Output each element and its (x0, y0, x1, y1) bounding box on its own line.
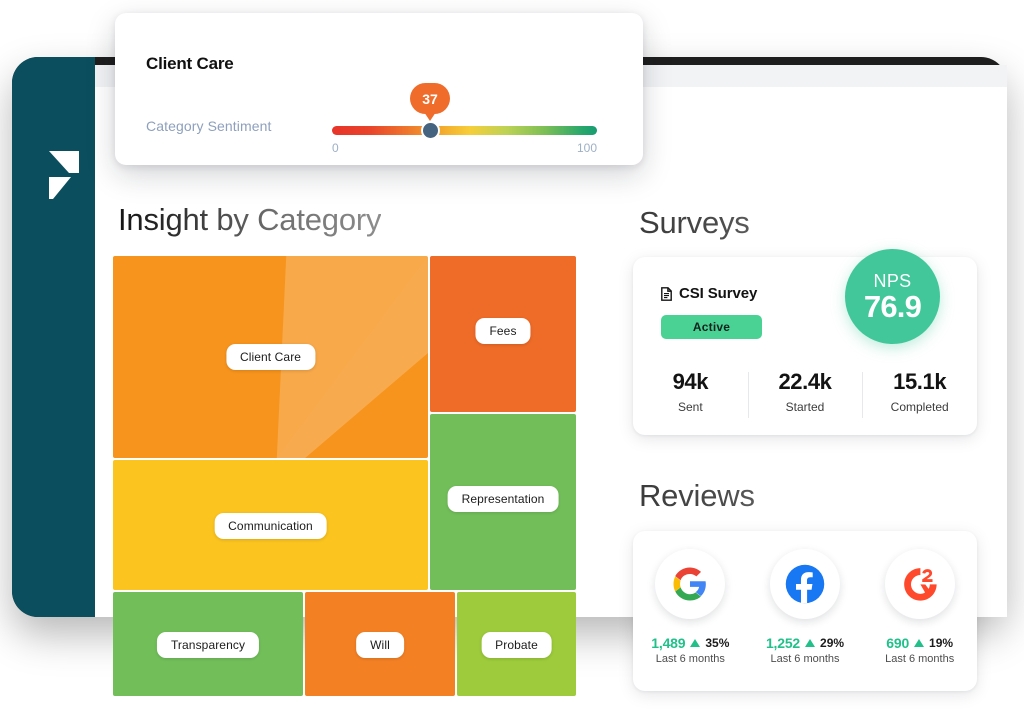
review-count: 690 (886, 635, 910, 651)
treemap-cell-label: Will (356, 632, 404, 658)
sentiment-track[interactable] (332, 126, 597, 135)
status-badge: Active (661, 315, 762, 339)
treemap-cell-label: Fees (475, 318, 531, 344)
facebook-logo-icon (770, 549, 840, 619)
nps-badge: NPS 76.9 (845, 249, 940, 344)
sentiment-min-label: 0 (332, 141, 339, 155)
nps-value: 76.9 (863, 288, 922, 324)
treemap-cell-label: Transparency (156, 632, 260, 658)
review-period: Last 6 months (770, 653, 840, 665)
survey-stat: 22.4k Started (747, 369, 863, 418)
app-sidebar (12, 57, 95, 617)
tooltip-metric-label: Category Sentiment (146, 118, 272, 134)
survey-stat-value: 15.1k (893, 369, 947, 394)
review-source[interactable]: 1,489 35% Last 6 months (633, 549, 748, 691)
trend-up-icon (805, 639, 816, 647)
review-period: Last 6 months (655, 653, 725, 665)
g2-logo-icon (884, 549, 955, 619)
review-stats: 1,252 29% (766, 635, 844, 651)
tooltip-title: Client Care (146, 54, 234, 73)
review-source[interactable]: 1,252 29% Last 6 months (748, 549, 863, 691)
google-logo-icon (655, 549, 726, 619)
sentiment-slider[interactable]: 37 0 100 (332, 83, 597, 168)
forsta-logo-icon (45, 147, 87, 203)
review-change: 29% (820, 636, 845, 650)
review-stats: 1,489 35% (651, 635, 729, 651)
treemap-cell[interactable]: Will (305, 592, 455, 696)
treemap-cell[interactable]: Representation (430, 414, 576, 590)
sentiment-max-label: 100 (576, 141, 597, 155)
document-icon (661, 286, 672, 301)
trend-up-icon (690, 639, 701, 647)
treemap-cell[interactable]: Probate (457, 592, 576, 696)
sentiment-value-bubble: 37 (410, 83, 451, 114)
nps-label: NPS (873, 270, 912, 291)
survey-stat-value: 94k (672, 369, 709, 394)
survey-stat-label: Sent (677, 400, 703, 414)
sentiment-handle[interactable] (420, 121, 440, 140)
page-title-insight: Insight by Category (118, 202, 382, 237)
page-title-reviews: Reviews (639, 478, 755, 513)
review-source[interactable]: 690 19% Last 6 months (862, 549, 977, 691)
reviews-sources-row: 1,489 35% Last 6 months 1,252 29% Last 6 mont… (633, 531, 977, 691)
insight-treemap[interactable]: Client Care Fees Representation Communicati… (113, 256, 576, 696)
trend-up-icon (914, 639, 925, 647)
survey-stat-value: 22.4k (778, 369, 832, 394)
treemap-cell[interactable]: Client Care (113, 256, 428, 458)
survey-stat-label: Started (785, 400, 825, 414)
treemap-cell-label: Client Care (225, 344, 316, 370)
survey-stat: 15.1k Completed (862, 369, 977, 418)
treemap-cell-label: Communication (214, 513, 327, 539)
treemap-cell-label: Probate (481, 632, 552, 658)
review-change: 35% (705, 636, 730, 650)
treemap-cell[interactable]: Communication (113, 460, 428, 590)
review-change: 19% (929, 636, 954, 650)
review-count: 1,252 (765, 635, 801, 651)
review-count: 1,489 (651, 635, 686, 651)
survey-name-text: CSI Survey (679, 285, 758, 302)
treemap-cell-label: Representation (447, 486, 559, 512)
survey-name: CSI Survey (661, 285, 757, 302)
survey-stats: 94k Sent 22.4k Started 15.1k Completed (633, 369, 977, 418)
review-stats: 690 19% (886, 635, 953, 651)
review-period: Last 6 months (885, 653, 955, 665)
category-tooltip-card[interactable]: Client Care Category Sentiment 37 0 100 (115, 13, 643, 165)
screenshot-stage: Insight by Category Surveys Reviews Clie… (0, 0, 1024, 724)
page-title-surveys: Surveys (639, 205, 750, 240)
treemap-cell[interactable]: Fees (430, 256, 576, 412)
treemap-cell[interactable]: Transparency (113, 592, 303, 696)
survey-stat-label: Completed (890, 400, 949, 414)
survey-stat: 94k Sent (633, 369, 748, 414)
reviews-card[interactable]: 1,489 35% Last 6 months 1,252 29% Last 6 mont… (633, 531, 977, 691)
